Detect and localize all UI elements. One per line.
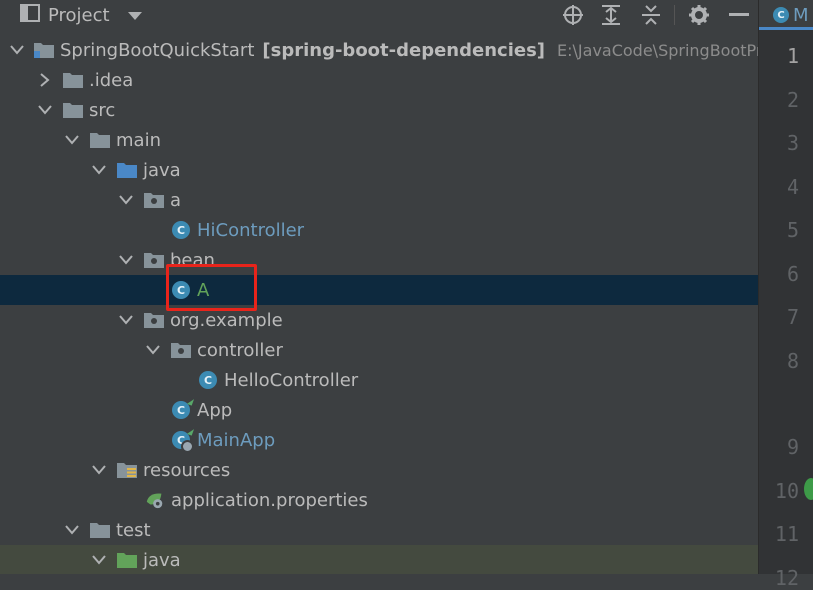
test-source-folder-icon	[117, 550, 137, 570]
tree-item-test[interactable]: test	[0, 515, 758, 545]
gear-icon[interactable]	[686, 0, 712, 30]
tree-item-class-a[interactable]: C A	[0, 275, 758, 305]
editor-gutter: C M 1 2 3 4 5 6 7 8 9 10 11 12	[758, 0, 813, 590]
folder-icon	[90, 130, 110, 150]
folder-icon	[90, 520, 110, 540]
tree-item-label: org.example	[170, 309, 283, 331]
package-icon	[144, 190, 164, 210]
chevron-down-icon[interactable]	[145, 342, 161, 358]
class-icon: C	[171, 280, 191, 300]
tree-item-label: App	[197, 399, 233, 421]
tree-item-java[interactable]: java	[0, 155, 758, 185]
tree-item-label: main	[116, 129, 161, 151]
tree-item-app[interactable]: C App	[0, 395, 758, 425]
tree-item-label: java	[143, 159, 181, 181]
hide-icon[interactable]	[726, 0, 752, 30]
tree-item-label: A	[197, 279, 210, 301]
editor-tab-label: M	[793, 4, 809, 26]
chevron-down-icon[interactable]	[118, 192, 134, 208]
spring-boot-class-icon: C	[171, 427, 195, 453]
project-view-icon	[20, 4, 40, 26]
active-tab-indicator	[759, 27, 813, 30]
module-folder-icon	[34, 40, 54, 60]
chevron-down-icon[interactable]	[118, 252, 134, 268]
line-number: 8	[786, 349, 799, 373]
line-number: 12	[774, 566, 799, 590]
chevron-down-icon[interactable]	[10, 42, 24, 58]
spring-boot-class-icon: C	[773, 7, 789, 23]
chevron-down-icon[interactable]	[118, 312, 134, 328]
tree-item-label: test	[116, 519, 151, 541]
chevron-down-icon[interactable]	[91, 462, 107, 478]
package-icon	[144, 250, 164, 270]
tree-item-label: a	[170, 189, 182, 211]
tree-item-project-root[interactable]: SpringBootQuickStart [spring-boot-depend…	[0, 35, 758, 65]
tree-item-label: bean	[170, 249, 215, 271]
spring-properties-icon	[145, 490, 165, 510]
line-number: 10	[774, 479, 799, 503]
class-icon: C	[171, 220, 191, 240]
chevron-down-icon[interactable]	[64, 132, 80, 148]
chevron-down-icon[interactable]	[127, 6, 142, 25]
tree-item-label: java	[143, 549, 181, 571]
tree-item-hellocontroller[interactable]: C HelloController	[0, 365, 758, 395]
tree-item-package-controller[interactable]: controller	[0, 335, 758, 365]
project-path: E:\JavaCode\SpringBootPro	[557, 40, 758, 60]
tree-item-label: HiController	[197, 219, 305, 241]
expand-all-icon[interactable]	[598, 0, 624, 30]
tree-item-idea[interactable]: .idea	[0, 65, 758, 95]
line-number: 5	[786, 218, 799, 242]
module-name: [spring-boot-dependencies]	[262, 39, 546, 61]
class-icon: C	[198, 370, 218, 390]
line-number: 6	[786, 262, 799, 286]
chevron-down-icon[interactable]	[91, 552, 107, 568]
line-number: 3	[786, 131, 799, 155]
tree-item-label: HelloController	[224, 369, 359, 391]
project-view-selector[interactable]: Project	[20, 0, 142, 30]
tree-item-mainapp[interactable]: C MainApp	[0, 425, 758, 455]
tree-item-label: .idea	[89, 69, 134, 91]
collapse-all-icon[interactable]	[638, 0, 664, 30]
line-number: 11	[774, 522, 799, 546]
chevron-down-icon[interactable]	[37, 102, 53, 118]
chevron-right-icon[interactable]	[37, 72, 53, 88]
tree-item-src[interactable]: src	[0, 95, 758, 125]
chevron-down-icon[interactable]	[91, 162, 107, 178]
line-number: 7	[786, 305, 799, 329]
tree-item-label: controller	[197, 339, 283, 361]
tree-item-package-a[interactable]: a	[0, 185, 758, 215]
locate-icon[interactable]	[560, 0, 586, 30]
package-icon	[171, 340, 191, 360]
folder-icon	[63, 70, 83, 90]
chevron-down-icon[interactable]	[64, 522, 80, 538]
folder-icon	[63, 100, 83, 120]
toolbar-divider	[674, 5, 675, 25]
tree-item-application-properties[interactable]: application.properties	[0, 485, 758, 515]
tree-item-label: SpringBootQuickStart	[60, 39, 255, 61]
line-number: 1	[786, 44, 799, 68]
tree-item-package-bean[interactable]: bean	[0, 245, 758, 275]
tree-item-hicontroller[interactable]: C HiController	[0, 215, 758, 245]
tree-item-test-java[interactable]: java	[0, 545, 758, 574]
line-number: 2	[786, 88, 799, 112]
tree-item-resources[interactable]: resources	[0, 455, 758, 485]
tree-item-label: resources	[143, 459, 231, 481]
project-title: Project	[48, 4, 110, 26]
tree-item-main[interactable]: main	[0, 125, 758, 155]
line-number: 9	[786, 435, 799, 459]
editor-tab[interactable]: C M	[759, 0, 813, 30]
spring-class-icon: C	[171, 397, 195, 420]
project-tool-window: Project SpringBootQuickStart [spring-boo…	[0, 0, 758, 574]
resources-folder-icon	[117, 460, 137, 480]
tree-item-label: MainApp	[197, 429, 276, 451]
project-toolbar: Project	[0, 0, 758, 30]
run-gutter-icon[interactable]	[804, 478, 813, 500]
tree-item-label: src	[89, 99, 116, 121]
source-folder-icon	[117, 160, 137, 180]
tree-item-label: application.properties	[171, 489, 368, 511]
line-number: 4	[786, 175, 799, 199]
tree-item-package-org-example[interactable]: org.example	[0, 305, 758, 335]
package-icon	[144, 310, 164, 330]
